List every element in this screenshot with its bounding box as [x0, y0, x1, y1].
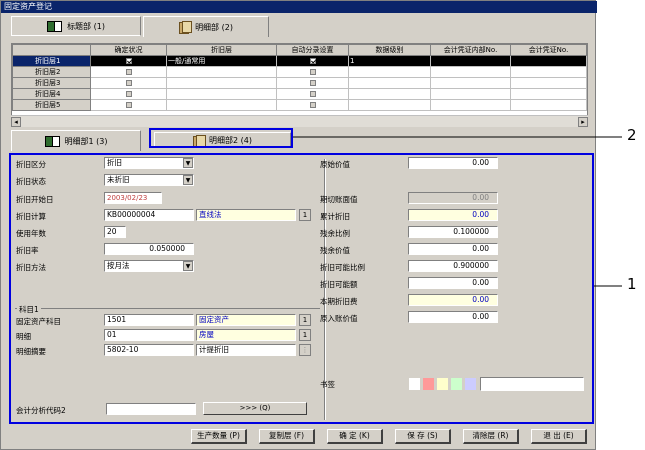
- callout-number-1: 1: [627, 275, 637, 293]
- callout-number-2: 2: [627, 126, 637, 144]
- callout-lines: [293, 136, 622, 287]
